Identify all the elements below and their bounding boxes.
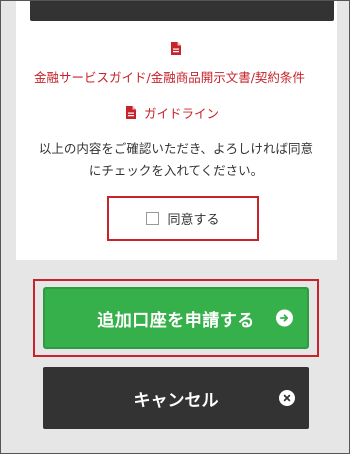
cancel-button-label: キャンセル [133,390,219,411]
top-button-edge[interactable] [30,1,334,21]
apply-additional-account-button[interactable]: 追加口座を申請する [43,287,309,349]
pdf-document-icon [126,106,136,119]
agree-checkbox-highlight[interactable]: 同意する [107,196,259,241]
guideline-link[interactable]: ガイドライン [144,103,219,122]
consent-instruction-line-1: 以上の内容をご確認いただき、よろしければ同意 [38,141,314,156]
cancel-button[interactable]: キャンセル [43,367,309,429]
arrow-right-circle-icon [276,309,293,327]
services-guide-link[interactable]: 金融サービスガイド/金融商品開示文書/契約条件 [34,67,305,86]
agree-checkbox[interactable] [146,212,160,225]
consent-instruction-line-2: にチェックを入れてください。 [88,163,264,178]
pdf-document-icon [171,42,181,55]
apply-button-label: 追加口座を申請する [97,310,255,331]
close-circle-icon [279,390,295,406]
agree-checkbox-label[interactable]: 同意する [167,209,219,228]
